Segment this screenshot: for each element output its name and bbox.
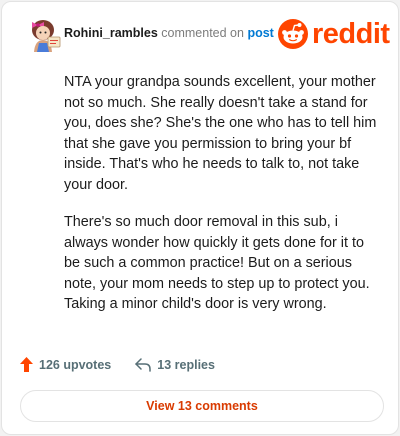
post-link[interactable]: post: [247, 26, 273, 40]
action-text: commented on: [161, 26, 244, 40]
comment-card: Rohini_rambles commented on post reddit …: [1, 1, 399, 435]
upvote-arrow-icon: [20, 357, 33, 372]
reddit-wordmark: reddit: [312, 18, 390, 50]
reddit-snoo-icon: [278, 19, 308, 49]
comment-body: NTA your grandpa sounds excellent, your …: [64, 72, 382, 332]
replies-stat[interactable]: 13 replies: [135, 358, 215, 372]
upvotes-stat[interactable]: 126 upvotes: [20, 357, 111, 372]
username-link[interactable]: Rohini_rambles: [64, 26, 158, 40]
reply-arrow-icon: [135, 357, 152, 372]
comment-paragraph: There's so much door removal in this sub…: [64, 214, 370, 312]
view-comments-button[interactable]: View 13 comments: [20, 390, 384, 422]
comment-paragraph: NTA your grandpa sounds excellent, your …: [64, 74, 377, 193]
upvotes-count: 126 upvotes: [39, 357, 112, 372]
comment-stats: 126 upvotes 13 replies: [20, 357, 215, 372]
reddit-logo[interactable]: reddit: [278, 16, 390, 52]
comment-meta: Rohini_rambles commented on post: [64, 26, 274, 40]
replies-count: 13 replies: [157, 357, 215, 372]
user-avatar-icon[interactable]: [24, 16, 62, 54]
